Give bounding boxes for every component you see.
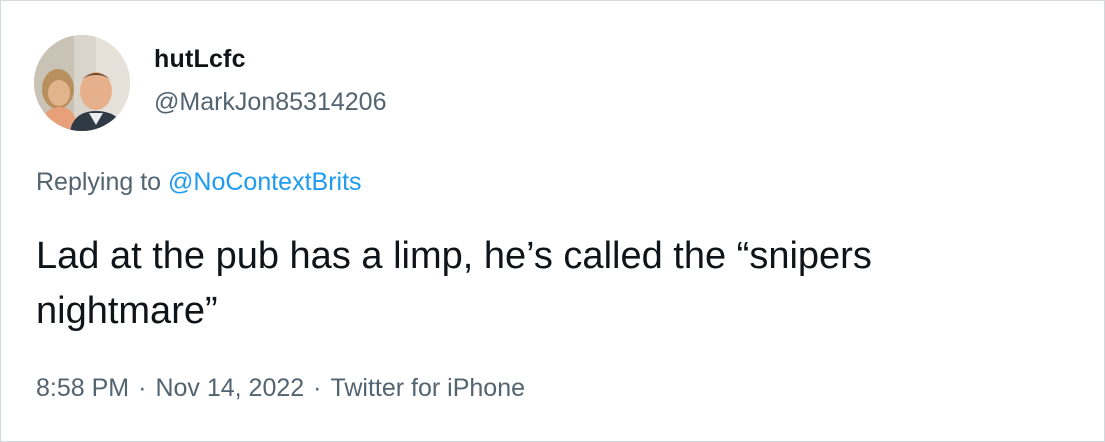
- meta-separator: ·: [138, 374, 147, 402]
- tweet-time[interactable]: 8:58 PM: [36, 374, 129, 402]
- user-handle[interactable]: @MarkJon85314206: [154, 88, 386, 117]
- meta-separator: ·: [313, 374, 322, 402]
- tweet-card: hutLcfc @MarkJon85314206 Replying to @No…: [0, 0, 1105, 442]
- avatar-photo: [34, 35, 130, 131]
- reply-mention-link[interactable]: @NoContextBrits: [168, 168, 362, 196]
- replying-to: Replying to @NoContextBrits: [36, 168, 362, 197]
- avatar[interactable]: [34, 35, 130, 131]
- tweet-metadata: 8:58 PM · Nov 14, 2022 · Twitter for iPhone: [36, 374, 525, 403]
- tweet-text: Lad at the pub has a limp, he’s called t…: [36, 235, 872, 332]
- tweet-source[interactable]: Twitter for iPhone: [330, 374, 525, 402]
- display-name[interactable]: hutLcfc: [154, 45, 246, 74]
- tweet-date[interactable]: Nov 14, 2022: [155, 374, 304, 402]
- replying-prefix: Replying to: [36, 168, 169, 196]
